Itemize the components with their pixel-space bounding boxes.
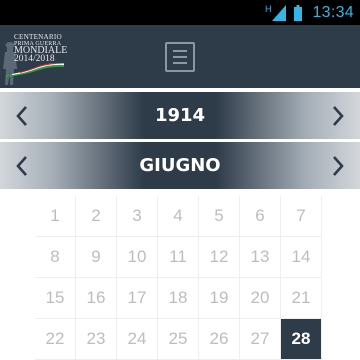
calendar-day[interactable]: 27 (240, 319, 281, 360)
previous-month-button[interactable] (0, 142, 44, 189)
calendar-day[interactable]: 5 (199, 196, 240, 237)
calendar-day[interactable]: 21 (281, 278, 322, 319)
calendar-day[interactable]: 15 (35, 278, 76, 319)
calendar-day[interactable]: 4 (158, 196, 199, 237)
network-type-label: H (264, 4, 272, 14)
month-selector: GIUGNO (0, 142, 360, 189)
battery-icon (294, 4, 303, 21)
calendar-day[interactable]: 13 (240, 237, 281, 278)
calendar-day[interactable]: 10 (117, 237, 158, 278)
hamburger-menu-icon (173, 50, 187, 52)
calendar-day[interactable]: 3 (117, 196, 158, 237)
calendar-day[interactable]: 17 (117, 278, 158, 319)
chevron-left-icon (16, 155, 27, 176)
calendar-day[interactable]: 22 (35, 319, 76, 360)
year-label: 1914 (154, 105, 206, 126)
calendar-day[interactable]: 8 (35, 237, 76, 278)
calendar-day[interactable]: 16 (76, 278, 117, 319)
status-time: 13:34 (312, 3, 354, 21)
calendar-day[interactable]: 24 (117, 319, 158, 360)
next-year-button[interactable] (316, 92, 360, 139)
hamburger-menu-line (173, 62, 187, 64)
previous-year-button[interactable] (0, 92, 44, 139)
calendar-day[interactable]: 26 (199, 319, 240, 360)
month-label: GIUGNO (139, 155, 221, 176)
calendar-day[interactable]: 1 (35, 196, 76, 237)
calendar-day[interactable]: 19 (199, 278, 240, 319)
hamburger-menu-line (173, 56, 187, 58)
year-selector: 1914 (0, 92, 360, 139)
status-bar: H 13:34 (0, 0, 360, 25)
calendar-day[interactable]: 11 (158, 237, 199, 278)
italian-flag-ribbon-icon (6, 63, 64, 77)
next-month-button[interactable] (316, 142, 360, 189)
calendar-day[interactable]: 23 (76, 319, 117, 360)
menu-button[interactable] (165, 42, 195, 72)
calendar-day[interactable]: 6 (240, 196, 281, 237)
chevron-left-icon (16, 105, 27, 126)
centenario-logo: CENTENARIO PRIMA GUERRA MONDIALE 2014/20… (2, 29, 67, 85)
chevron-right-icon (333, 155, 344, 176)
calendar-day[interactable]: 12 (199, 237, 240, 278)
chevron-right-icon (333, 105, 344, 126)
app-header: CENTENARIO PRIMA GUERRA MONDIALE 2014/20… (0, 25, 360, 88)
calendar-day[interactable]: 28 (281, 319, 322, 360)
signal-strength-icon (272, 4, 287, 21)
calendar-day[interactable]: 9 (76, 237, 117, 278)
calendar-day[interactable]: 14 (281, 237, 322, 278)
calendar-day[interactable]: 20 (240, 278, 281, 319)
calendar-day[interactable]: 2 (76, 196, 117, 237)
calendar-grid: 1 2 3 4 5 6 7 8 9 10 11 12 13 14 15 16 17 18 19 20 21 22 23 24 2… (35, 196, 322, 360)
calendar-day[interactable]: 18 (158, 278, 199, 319)
calendar-day[interactable]: 7 (281, 196, 322, 237)
calendar-day[interactable]: 25 (158, 319, 199, 360)
